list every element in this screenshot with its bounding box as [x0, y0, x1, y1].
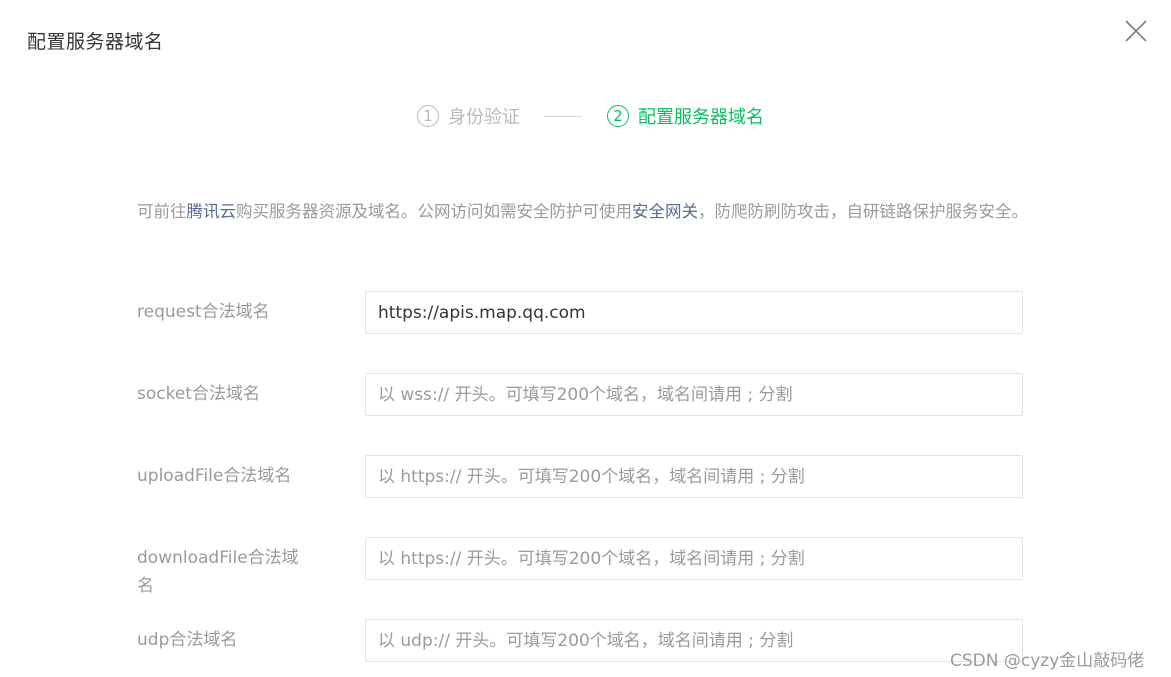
watermark: CSDN @cyzy金山敲码佬 [950, 651, 1145, 671]
step-number-1: 1 [417, 105, 439, 127]
notice-text: 可前往腾讯云购买服务器资源及域名。公网访问如需安全防护可使用安全网关，防爬防刷防… [137, 197, 1037, 226]
step-label-1: 身份验证 [448, 107, 520, 128]
notice-text-2: 购买服务器资源及域名。公网访问如需安全防护可使用 [236, 202, 632, 221]
step-indicator: 1 身份验证 2 配置服务器域名 [0, 103, 1171, 133]
close-icon[interactable] [1122, 17, 1150, 45]
dialog-title: 配置服务器域名 [27, 31, 164, 53]
notice-text-3: ，防爬防刷防攻击，自研链路保护服务安全。 [698, 202, 1028, 221]
step-label-2: 配置服务器域名 [638, 107, 764, 128]
socket-domain-label: socket合法域名 [137, 384, 260, 404]
upload-domain-label: uploadFile合法域名 [137, 466, 292, 486]
step-identity-verification: 1 身份验证 [417, 103, 520, 129]
download-domain-label: downloadFile合法域名 [137, 548, 299, 596]
security-gateway-link[interactable]: 安全网关 [632, 202, 698, 221]
request-domain-input[interactable] [365, 291, 1023, 334]
notice-text-1: 可前往 [137, 202, 187, 221]
udp-domain-input[interactable] [365, 619, 1023, 662]
upload-domain-input[interactable] [365, 455, 1023, 498]
step-connector [544, 116, 582, 117]
download-domain-input[interactable] [365, 537, 1023, 580]
tencent-cloud-link[interactable]: 腾讯云 [187, 202, 237, 221]
socket-domain-input[interactable] [365, 373, 1023, 416]
step-number-2: 2 [607, 105, 629, 127]
step-configure-domain: 2 配置服务器域名 [607, 103, 764, 129]
udp-domain-label: udp合法域名 [137, 630, 238, 650]
request-domain-label: request合法域名 [137, 302, 270, 322]
